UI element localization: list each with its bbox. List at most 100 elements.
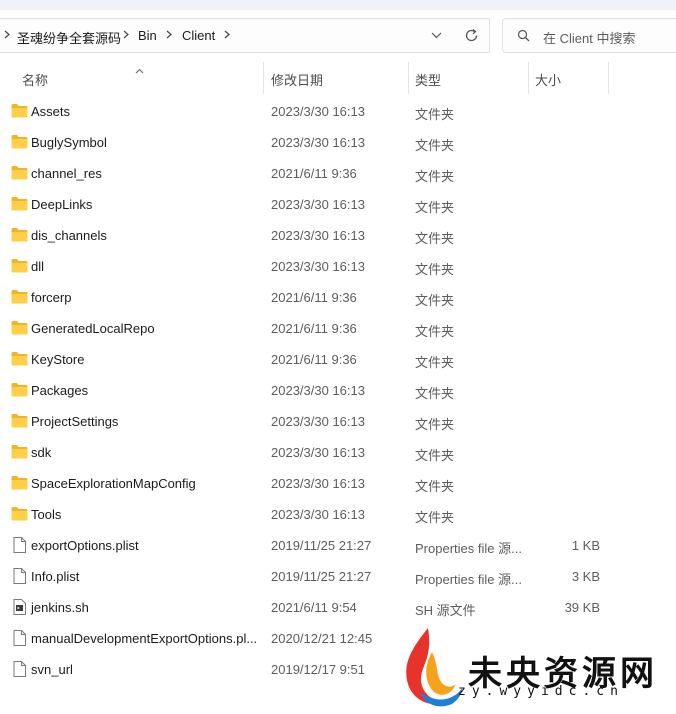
file-icon — [13, 630, 30, 646]
file-name: manualDevelopmentExportOptions.pl... — [31, 631, 258, 646]
chevron-right-icon[interactable] — [224, 30, 230, 39]
file-name: svn_url — [31, 662, 73, 677]
chevron-right-icon[interactable] — [123, 30, 129, 39]
file-row[interactable]: ProjectSettings 2023/3/30 16:13 文件夹 — [0, 406, 676, 437]
file-type: 文件夹 — [415, 231, 455, 246]
file-icon — [13, 568, 30, 584]
folder-icon — [11, 413, 28, 429]
file-modified-date: 2023/3/30 16:13 — [271, 383, 365, 398]
column-divider[interactable] — [528, 62, 529, 94]
file-modified-date: 2023/3/30 16:13 — [271, 104, 365, 119]
file-row[interactable]: forcerp 2021/6/11 9:36 文件夹 — [0, 282, 676, 313]
file-type: 文件夹 — [415, 293, 455, 308]
file-type: Properties file 源... — [415, 572, 522, 587]
file-type: 文件夹 — [415, 386, 455, 401]
file-type: 文件夹 — [415, 262, 455, 277]
folder-icon — [11, 506, 28, 522]
file-row[interactable]: KeyStore 2021/6/11 9:36 文件夹 — [0, 344, 676, 375]
chevron-down-icon[interactable] — [431, 32, 442, 39]
column-header-size[interactable]: 大小 — [535, 70, 561, 89]
column-header-type[interactable]: 类型 — [415, 70, 441, 89]
folder-icon — [11, 103, 28, 119]
file-row[interactable]: Info.plist 2019/11/25 21:27 Properties fil… — [0, 561, 676, 592]
file-modified-date: 2023/3/30 16:13 — [271, 197, 365, 212]
script-file-icon — [13, 599, 30, 615]
file-type: 文件夹 — [415, 324, 455, 339]
breadcrumb-item-bin[interactable]: Bin — [138, 28, 157, 43]
folder-icon — [11, 165, 28, 181]
file-name: dis_channels — [31, 228, 107, 243]
sort-ascending-icon — [135, 62, 144, 77]
file-name: Tools — [31, 507, 62, 522]
file-modified-date: 2019/11/25 21:27 — [271, 538, 372, 553]
file-row[interactable]: BuglySymbol 2023/3/30 16:13 文件夹 — [0, 127, 676, 158]
search-placeholder[interactable]: 在 Client 中搜索 — [543, 28, 635, 47]
file-size: 39 KB — [564, 600, 600, 615]
file-name: Info.plist — [31, 569, 80, 584]
file-row[interactable]: sdk 2023/3/30 16:13 文件夹 — [0, 437, 676, 468]
chevron-right-icon[interactable] — [166, 30, 172, 39]
column-divider[interactable] — [263, 62, 264, 94]
file-size: 3 KB — [571, 569, 600, 584]
column-header-modified[interactable]: 修改日期 — [271, 70, 323, 89]
refresh-icon[interactable] — [464, 28, 479, 43]
folder-icon — [11, 258, 28, 274]
file-name: Assets — [31, 104, 71, 119]
file-row[interactable]: Tools 2023/3/30 16:13 文件夹 — [0, 499, 676, 530]
file-row[interactable]: channel_res 2021/6/11 9:36 文件夹 — [0, 158, 676, 189]
file-name: channel_res — [31, 166, 102, 181]
file-type: 文件夹 — [415, 417, 455, 432]
file-name: SpaceExplorationMapConfig — [31, 476, 196, 491]
watermark-url: zy.wyyidc.cn — [458, 684, 624, 699]
file-modified-date: 2020/12/21 12:45 — [271, 631, 373, 646]
address-bar[interactable]: 圣魂纷争全套源码 Bin Client — [0, 18, 490, 53]
file-row[interactable]: dll 2023/3/30 16:13 文件夹 — [0, 251, 676, 282]
folder-icon — [11, 320, 28, 336]
file-name: Packages — [31, 383, 89, 398]
file-name: forcerp — [31, 290, 72, 305]
column-divider[interactable] — [608, 62, 609, 94]
file-type: 文件夹 — [415, 138, 455, 153]
file-modified-date: 2023/3/30 16:13 — [271, 507, 365, 522]
folder-icon — [11, 196, 28, 212]
file-type: 文件夹 — [415, 200, 455, 215]
file-row[interactable]: jenkins.sh 2021/6/11 9:54 SH 源文件 39 KB — [0, 592, 676, 623]
breadcrumb-item-root[interactable]: 圣魂纷争全套源码 — [17, 28, 121, 47]
folder-icon — [11, 444, 28, 460]
file-modified-date: 2023/3/30 16:13 — [271, 445, 365, 460]
folder-icon — [11, 289, 28, 305]
file-modified-date: 2023/3/30 16:13 — [271, 476, 365, 491]
column-header-name[interactable]: 名称 — [22, 70, 48, 89]
file-modified-date: 2019/12/17 9:51 — [271, 662, 365, 677]
column-divider[interactable] — [408, 62, 409, 94]
file-row[interactable]: exportOptions.plist 2019/11/25 21:27 Prope… — [0, 530, 676, 561]
folder-icon — [11, 475, 28, 491]
file-row[interactable]: Assets 2023/3/30 16:13 文件夹 — [0, 96, 676, 127]
folder-icon — [11, 382, 28, 398]
column-header-row: 名称 修改日期 类型 大小 — [0, 60, 676, 96]
folder-icon — [11, 227, 28, 243]
file-name: jenkins.sh — [31, 600, 89, 615]
file-row[interactable]: Packages 2023/3/30 16:13 文件夹 — [0, 375, 676, 406]
breadcrumb-item-client[interactable]: Client — [182, 28, 215, 43]
file-type: 文件夹 — [415, 479, 455, 494]
file-type: 文件夹 — [415, 169, 455, 184]
file-icon — [13, 537, 30, 553]
chevron-right-icon[interactable] — [4, 30, 10, 39]
folder-icon — [11, 351, 28, 367]
file-row[interactable]: SpaceExplorationMapConfig 2023/3/30 16:13… — [0, 468, 676, 499]
file-row[interactable]: dis_channels 2023/3/30 16:13 文件夹 — [0, 220, 676, 251]
file-modified-date: 2023/3/30 16:13 — [271, 135, 365, 150]
file-name: BuglySymbol — [31, 135, 107, 150]
file-row[interactable]: DeepLinks 2023/3/30 16:13 文件夹 — [0, 189, 676, 220]
file-modified-date: 2021/6/11 9:36 — [271, 321, 357, 336]
file-modified-date: 2021/6/11 9:36 — [271, 352, 357, 367]
watermark-logo: 未央资源网 zy.wyyidc.cn — [398, 622, 676, 711]
file-size: 1 KB — [571, 538, 600, 553]
file-modified-date: 2021/6/11 9:54 — [271, 600, 357, 615]
file-row[interactable]: GeneratedLocalRepo 2021/6/11 9:36 文件夹 — [0, 313, 676, 344]
file-type: SH 源文件 — [415, 603, 476, 618]
file-type: Properties file 源... — [415, 541, 522, 556]
search-box[interactable]: 在 Client 中搜索 — [502, 18, 676, 53]
file-type: 文件夹 — [415, 355, 455, 370]
